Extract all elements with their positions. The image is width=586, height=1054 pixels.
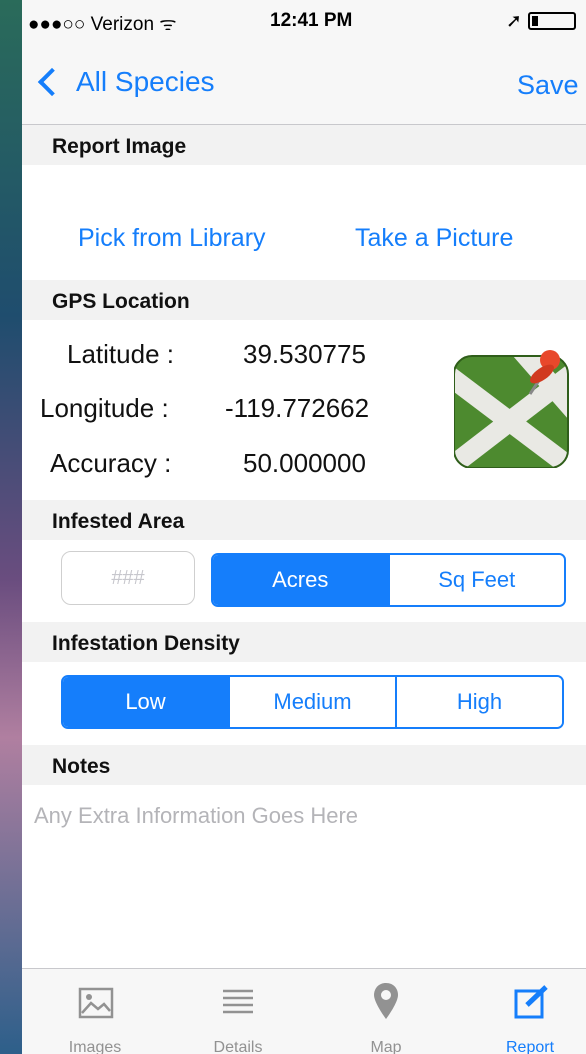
list-icon (223, 989, 253, 1014)
carrier-label: ●●●○○ Verizon ᯤ (28, 14, 177, 35)
status-time: 12:41 PM (270, 10, 353, 31)
section-header-infestation-density: Infestation Density (22, 622, 586, 662)
density-segmented-control: Low Medium High (61, 675, 564, 729)
section-header-infested-area: Infested Area (22, 500, 586, 540)
longitude-label: Longitude : (40, 393, 169, 423)
tab-details[interactable]: Details (183, 969, 293, 1054)
chevron-left-icon (37, 67, 67, 97)
tab-label: Images (68, 1039, 122, 1054)
edit-icon (514, 985, 548, 1019)
navigation-bar: All Species Save (22, 56, 586, 112)
top-bar: ●●●○○ Verizon ᯤ 12:41 PM ➚ All Species S… (22, 0, 586, 125)
latitude-label: Latitude : (67, 339, 174, 369)
status-bar: ●●●○○ Verizon ᯤ 12:41 PM ➚ (22, 0, 586, 40)
section-title: Report Image (52, 135, 187, 158)
tab-map[interactable]: Map (331, 969, 441, 1054)
accuracy-label: Accuracy : (50, 448, 172, 478)
tab-images[interactable]: Images (40, 969, 150, 1054)
tab-label: Details (213, 1039, 263, 1054)
phone-screen: ●●●○○ Verizon ᯤ 12:41 PM ➚ All Species S… (22, 0, 586, 1054)
image-icon (78, 987, 114, 1019)
segment-acres[interactable]: Acres (213, 555, 388, 605)
section-header-report-image: Report Image (22, 125, 586, 165)
notes-textarea[interactable]: Any Extra Information Goes Here (34, 803, 358, 829)
battery-icon (528, 12, 576, 30)
segment-sq-feet[interactable]: Sq Feet (387, 555, 564, 605)
area-unit-segmented-control: Acres Sq Feet (211, 553, 566, 607)
section-header-gps-location: GPS Location (22, 280, 586, 320)
tab-report[interactable]: Report (475, 969, 585, 1054)
back-label: All Species (76, 66, 215, 97)
section-header-notes: Notes (22, 745, 586, 785)
take-picture-button[interactable]: Take a Picture (355, 224, 513, 253)
section-title: Infested Area (52, 510, 185, 533)
accuracy-value: 50.000000 (243, 448, 366, 478)
back-button[interactable]: All Species (36, 66, 215, 98)
segment-high[interactable]: High (395, 677, 562, 727)
area-input[interactable]: ### (61, 551, 195, 605)
segment-medium[interactable]: Medium (228, 677, 395, 727)
tab-bar: Images Details Map Report (22, 968, 586, 1054)
section-title: Infestation Density (52, 632, 240, 655)
map-icon[interactable] (454, 342, 572, 468)
pick-from-library-button[interactable]: Pick from Library (78, 224, 266, 253)
longitude-value: -119.772662 (225, 393, 370, 423)
section-title: GPS Location (52, 290, 190, 313)
tab-label: Map (370, 1039, 402, 1054)
segment-low[interactable]: Low (63, 677, 228, 727)
latitude-value: 39.530775 (243, 339, 366, 369)
location-arrow-icon: ➚ (506, 11, 522, 32)
background-photo-edge (0, 0, 22, 1054)
save-button[interactable]: Save (517, 70, 579, 101)
section-title: Notes (52, 755, 111, 778)
tab-label: Report (505, 1039, 555, 1054)
map-pin-icon (374, 983, 398, 1019)
